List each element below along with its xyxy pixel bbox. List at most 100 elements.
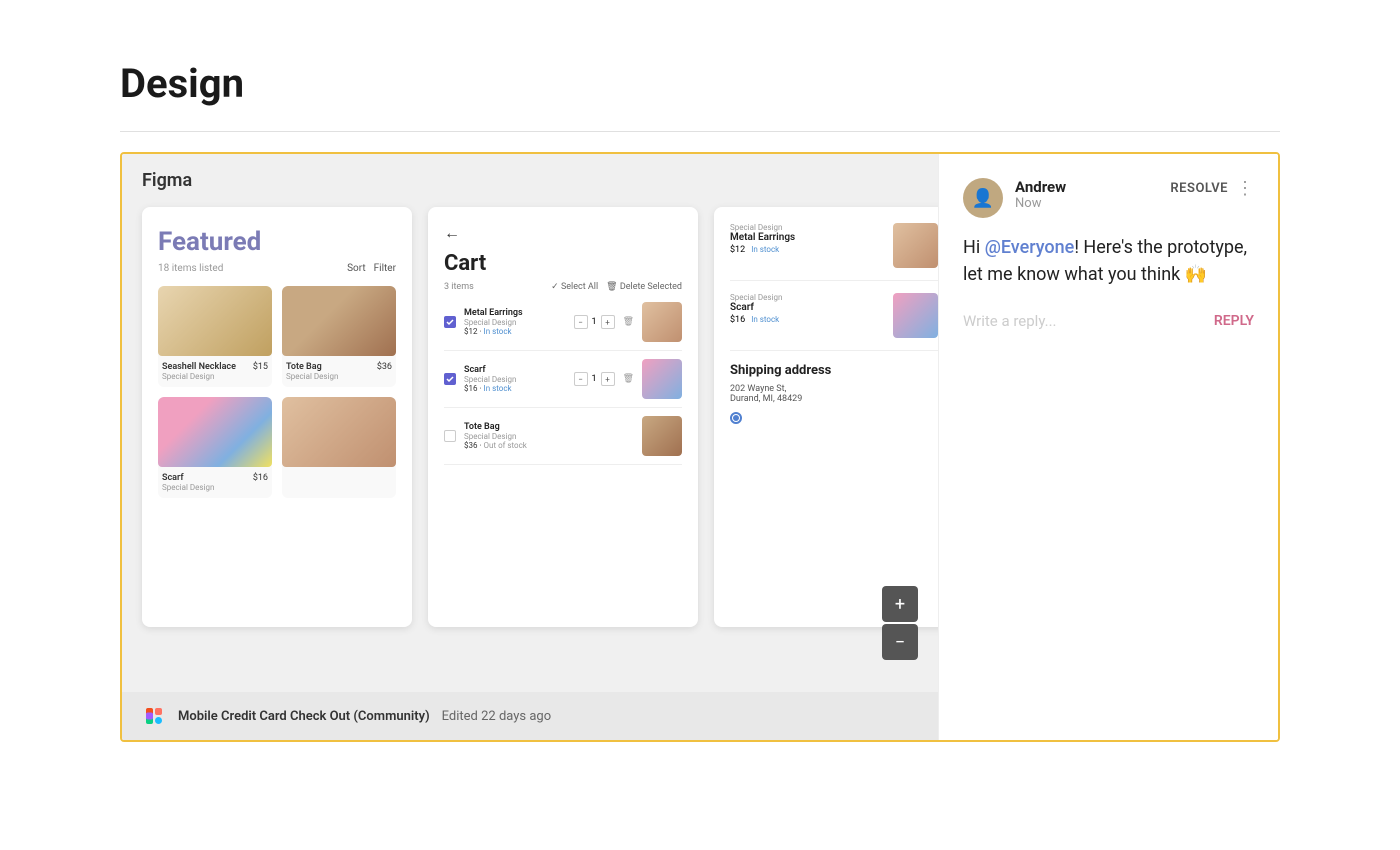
partial-earrings-price-row: $12 In stock [730,245,885,255]
figma-edit-time: Edited 22 days ago [442,709,551,724]
shipping-section: Shipping address 202 Wayne St, Durand, M… [730,363,938,424]
partial-scarf-price-row: $16 In stock [730,315,885,325]
tote-info: Tote Bag Special Design $36 · Out of sto… [464,422,634,450]
zoom-controls: + − [882,586,918,660]
reply-input-placeholder[interactable]: Write a reply... [963,312,1214,330]
product-grid: Seashell Necklace $15 Special Design [158,286,396,498]
earrings-info [282,473,396,479]
shipping-title: Shipping address [730,363,938,378]
figma-logo-icon [142,704,166,728]
tote-tag: Special Design [286,372,392,381]
partial-scarf-price: $16 [730,315,745,325]
scarf-stock: In stock [484,384,512,393]
zoom-out-button[interactable]: − [882,624,918,660]
product-card-earrings[interactable] [282,397,396,498]
figma-footer: Mobile Credit Card Check Out (Community)… [122,692,938,740]
tote-image [282,286,396,356]
necklace-tag: Special Design [162,372,268,381]
cart-back-icon[interactable]: ← [444,223,682,243]
filter-sort: Sort Filter [347,263,396,274]
content-area: Figma Featured 18 items listed Sort Filt… [120,152,1280,742]
featured-title: Featured [158,227,396,257]
cart-title: Cart [444,251,682,276]
tote-tag: Special Design [464,432,634,441]
scarf-cart-img [642,359,682,399]
comment-author: Andrew [1015,178,1158,196]
filter-label[interactable]: Filter [374,263,396,274]
earrings-qty: − 1 + [574,315,615,329]
scarf-info: Scarf $16 Special Design [158,473,272,498]
shipping-address-line1: 202 Wayne St, [730,384,938,394]
tote-price: $36 · Out of stock [464,441,634,450]
scarf-qty-plus[interactable]: + [601,372,615,386]
scarf-qty: − 1 + [574,372,615,386]
radio-indicator [730,412,938,424]
figma-file-name: Mobile Credit Card Check Out (Community) [178,709,430,724]
scarf-delete-icon[interactable]: 🗑 [623,374,634,384]
figma-header: Figma [122,154,938,207]
cart-item-earrings: Metal Earrings Special Design $12 · In s… [444,302,682,351]
page-divider [120,131,1280,132]
items-count: 18 items listed [158,263,223,274]
product-card-tote[interactable]: Tote Bag $36 Special Design [282,286,396,387]
zoom-in-button[interactable]: + [882,586,918,622]
page-container: Design Figma Featured 18 items listed So… [0,0,1400,802]
scarf-checkbox[interactable] [444,373,456,385]
scarf-price: $16 [253,473,268,483]
avatar: 👤 [963,178,1003,218]
cart-screen-mockup: ← Cart 3 items ✓ Select All 🗑 Delete Sel… [428,207,698,627]
tote-checkbox[interactable] [444,430,456,442]
earrings-info: Metal Earrings Special Design $12 · In s… [464,308,566,336]
scarf-image [158,397,272,467]
necklace-image [158,286,272,356]
earrings-checkbox[interactable] [444,316,456,328]
product-card-necklace[interactable]: Seashell Necklace $15 Special Design [158,286,272,387]
comment-header: 👤 Andrew Now RESOLVE ⋮ [963,178,1254,218]
featured-screen-mockup: Featured 18 items listed Sort Filter [142,207,412,627]
product-card-scarf[interactable]: Scarf $16 Special Design [158,397,272,498]
featured-subtitle: 18 items listed Sort Filter [158,263,396,274]
comment-author-info: Andrew Now [1015,178,1158,211]
cart-item-tote: Tote Bag Special Design $36 · Out of sto… [444,416,682,465]
scarf-qty-minus[interactable]: − [574,372,588,386]
reply-button[interactable]: REPLY [1214,313,1254,329]
scarf-tag: Special Design [162,483,268,492]
earrings-cart-img [642,302,682,342]
figma-canvas: Featured 18 items listed Sort Filter [122,207,938,627]
cart-item-scarf: Scarf Special Design $16 · In stock − 1 … [444,359,682,408]
radio-dot [733,415,739,421]
select-all-btn[interactable]: ✓ Select All [551,282,598,292]
scarf-name: Scarf [464,365,566,375]
earrings-qty-plus[interactable]: + [601,315,615,329]
necklace-name: Seashell Necklace [162,362,236,372]
cart-meta: 3 items ✓ Select All 🗑 Delete Selected [444,282,682,292]
earrings-tag: Special Design [464,318,566,327]
comment-body: Hi @Everyone! Here's the prototype, let … [963,234,1254,288]
cart-items-count: 3 items [444,282,474,292]
comment-body-pre: Hi [963,237,985,258]
shipping-address-line2: Durand, MI, 48429 [730,394,938,404]
partial-earrings: Special Design Metal Earrings $12 In sto… [730,223,938,281]
tote-name: Tote Bag [464,422,634,432]
right-partial-screen: Special Design Metal Earrings $12 In sto… [714,207,938,627]
partial-scarf-img [893,293,938,338]
figma-preview-panel: Figma Featured 18 items listed Sort Filt… [122,154,938,740]
tote-name: Tote Bag [286,362,322,372]
necklace-info: Seashell Necklace $15 Special Design [158,362,272,387]
partial-earrings-img [893,223,938,268]
more-options-button[interactable]: ⋮ [1236,178,1254,199]
delete-selected-btn[interactable]: 🗑 Delete Selected [606,282,682,292]
earrings-delete-icon[interactable]: 🗑 [623,317,634,327]
scarf-name: Scarf [162,473,184,483]
shipping-address: 202 Wayne St, Durand, MI, 48429 [730,384,938,404]
radio-button[interactable] [730,412,742,424]
partial-earrings-stock: In stock [751,245,779,255]
tote-info: Tote Bag $36 Special Design [282,362,396,387]
earrings-qty-minus[interactable]: − [574,315,588,329]
sort-label[interactable]: Sort [347,263,366,274]
cart-actions: ✓ Select All 🗑 Delete Selected [551,282,682,292]
necklace-price: $15 [253,362,268,372]
resolve-button[interactable]: RESOLVE [1170,181,1228,196]
scarf-price: $16 · In stock [464,384,566,393]
partial-scarf-stock: In stock [751,315,779,325]
